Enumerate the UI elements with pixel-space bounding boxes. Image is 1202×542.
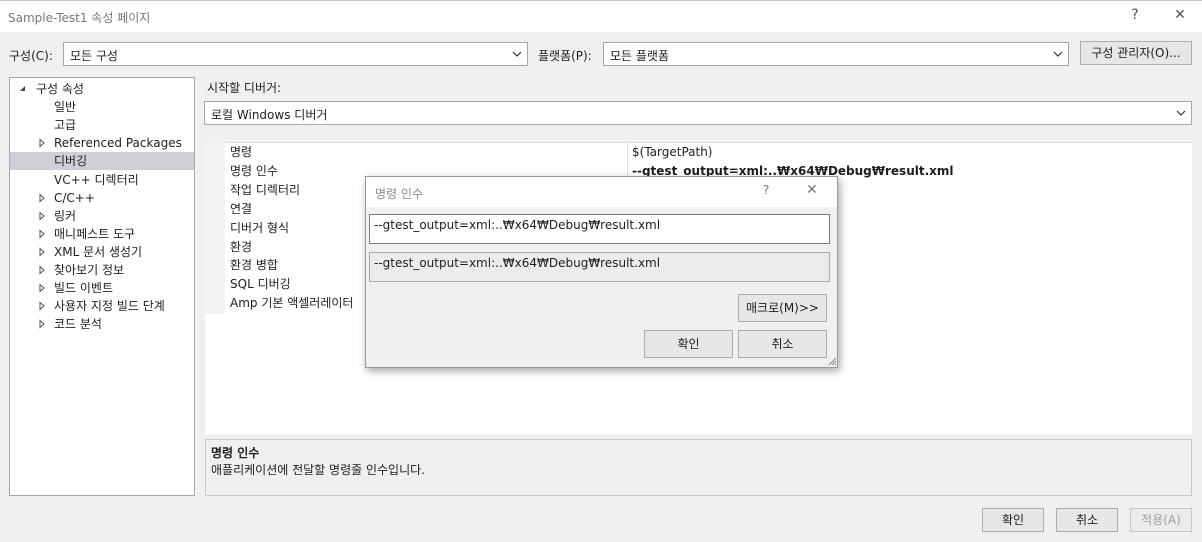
collapsed-arrow-icon[interactable] (37, 229, 47, 239)
expanded-arrow-icon[interactable] (18, 84, 28, 94)
property-name: 작업 디렉터리 (230, 182, 301, 197)
property-tree: 구성 속성일반고급 Referenced Packages 디버깅 VC++ 디렉터리… (9, 77, 195, 496)
property-name: SQL 디버깅 (230, 277, 291, 292)
collapsed-arrow-icon[interactable] (37, 265, 47, 275)
tree-item-label: 일반 (54, 100, 77, 115)
collapsed-arrow-icon[interactable] (37, 138, 47, 148)
chevron-down-icon (1053, 51, 1063, 57)
tree-item-label: 고급 (54, 118, 77, 133)
tree-item[interactable]: 구성 속성 (10, 80, 194, 98)
grid-gutter (205, 142, 225, 314)
command-args-input[interactable]: --gtest_output=xml:..₩x64₩Debug₩result.x… (369, 214, 830, 244)
command-args-input-value: --gtest_output=xml:..₩x64₩Debug₩result.x… (374, 218, 661, 232)
platform-label: 플랫폼(P): (538, 49, 592, 63)
tree-item[interactable]: 링커 (10, 207, 194, 225)
tree-item[interactable]: VC++ 디렉터리 (10, 171, 194, 189)
property-name: 연결 (230, 201, 253, 216)
description-panel: 명령 인수 애플리케이션에 전달할 명령줄 인수입니다. (205, 439, 1192, 496)
tree-item-label: Referenced Packages (54, 136, 182, 151)
tree-item[interactable]: 매니페스트 도구 (10, 225, 194, 243)
tree-item[interactable]: 코드 분석 (10, 315, 194, 333)
dialog-title-bar: 명령 인수 ? ✕ (366, 177, 837, 207)
chevron-down-icon (512, 51, 522, 57)
collapsed-arrow-icon[interactable] (37, 319, 47, 329)
tree-item-label: 디버깅 (54, 154, 88, 169)
tree-item-label: 매니페스트 도구 (54, 226, 136, 241)
close-button[interactable]: ✕ (1168, 7, 1192, 27)
collapsed-arrow-icon[interactable] (37, 283, 47, 293)
macro-button[interactable]: 매크로(M)>> (738, 294, 827, 322)
dialog-title: 명령 인수 (375, 187, 423, 201)
tree-item[interactable]: 디버깅 (10, 152, 194, 171)
collapsed-arrow-icon[interactable] (37, 247, 47, 257)
platform-value: 모든 플랫폼 (610, 49, 670, 63)
property-name: 환경 병합 (230, 258, 278, 273)
property-row[interactable]: 명령 $(TargetPath) (205, 143, 1192, 162)
platform-combobox[interactable]: 모든 플랫폼 (603, 42, 1069, 66)
tree-item-label: 사용자 지정 빌드 단계 (54, 299, 165, 314)
property-value: $(TargetPath) (632, 145, 713, 159)
property-name: 명령 인수 (230, 163, 278, 178)
property-name: 디버거 형식 (230, 220, 290, 235)
description-title: 명령 인수 (211, 446, 260, 460)
tree-item-label: 코드 분석 (54, 317, 102, 332)
tree-item[interactable]: 고급 (10, 116, 194, 134)
dialog-cancel-button[interactable]: 취소 (738, 330, 827, 358)
cancel-button[interactable]: 취소 (1056, 508, 1118, 532)
config-combobox[interactable]: 모든 구성 (63, 42, 528, 66)
apply-button[interactable]: 적용(A) (1130, 508, 1192, 532)
collapsed-arrow-icon[interactable] (37, 211, 47, 221)
debugger-label: 시작할 디버거: (207, 81, 282, 95)
tree-item[interactable]: C/C++ (10, 189, 194, 207)
tree-item[interactable]: 사용자 지정 빌드 단계 (10, 297, 194, 315)
dialog-ok-button[interactable]: 확인 (644, 330, 733, 358)
tree-item-label: 구성 속성 (36, 82, 84, 96)
title-bar: Sample-Test1 속성 페이지 ? ✕ (0, 0, 1202, 32)
window-title: Sample-Test1 속성 페이지 (8, 11, 151, 25)
tree-item-label: XML 문서 생성기 (54, 244, 143, 259)
collapsed-arrow-icon[interactable] (37, 192, 47, 203)
evaluated-value-box: --gtest_output=xml:..₩x64₩Debug₩result.x… (369, 252, 830, 282)
config-label: 구성(C): (9, 49, 53, 63)
tree-item[interactable]: 일반 (10, 98, 194, 116)
property-name: 명령 (230, 145, 253, 159)
config-value: 모든 구성 (70, 49, 118, 63)
command-args-dialog: 명령 인수 ? ✕ --gtest_output=xml:..₩x64₩Debu… (365, 176, 838, 368)
ok-button[interactable]: 확인 (982, 508, 1044, 532)
tree-item-label: VC++ 디렉터리 (54, 172, 139, 187)
resize-grip-icon[interactable] (828, 357, 837, 366)
debugger-combobox[interactable]: 로컬 Windows 디버거 (204, 101, 1192, 125)
property-name: Amp 기본 액셀러레이터 (230, 296, 354, 311)
tree-item-label: 빌드 이벤트 (54, 281, 114, 296)
tree-item-label: C/C++ (54, 190, 95, 205)
debugger-value: 로컬 Windows 디버거 (211, 108, 328, 122)
chevron-down-icon (1176, 110, 1186, 116)
evaluated-value: --gtest_output=xml:..₩x64₩Debug₩result.x… (374, 256, 661, 270)
tree-item[interactable]: 찾아보기 정보 (10, 261, 194, 279)
tree-item[interactable]: Referenced Packages (10, 134, 194, 152)
tree-item-label: 찾아보기 정보 (54, 263, 125, 277)
tree-item[interactable]: XML 문서 생성기 (10, 243, 194, 261)
config-manager-button[interactable]: 구성 관리자(O)... (1080, 41, 1192, 65)
property-name: 환경 (230, 239, 253, 254)
description-text: 애플리케이션에 전달할 명령줄 인수입니다. (211, 463, 425, 477)
tree-item[interactable]: 빌드 이벤트 (10, 279, 194, 297)
dialog-close-button[interactable]: ✕ (806, 182, 818, 198)
collapsed-arrow-icon[interactable] (37, 301, 47, 311)
dialog-help-button[interactable]: ? (763, 183, 769, 197)
tree-item-label: 링커 (54, 208, 77, 223)
help-button[interactable]: ? (1123, 7, 1147, 27)
